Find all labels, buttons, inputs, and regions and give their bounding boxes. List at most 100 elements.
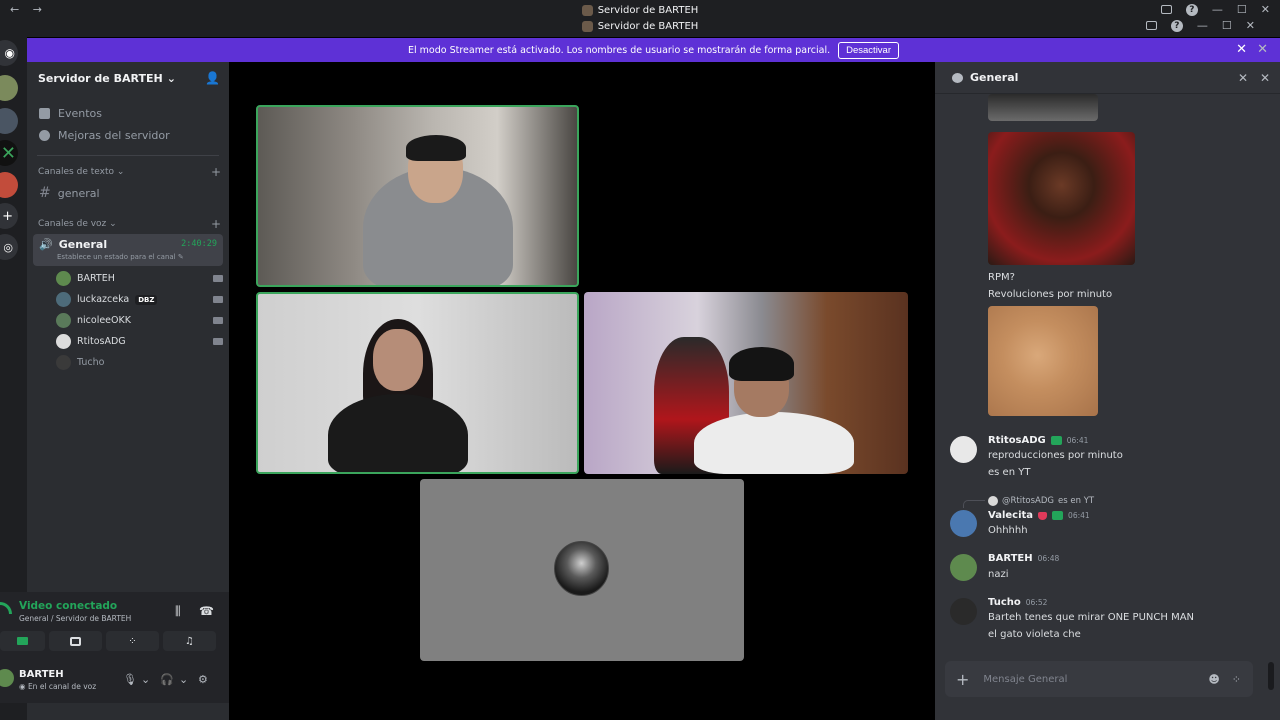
video-tile-no-camera[interactable] <box>420 479 744 661</box>
add-server-icon[interactable]: + <box>0 203 18 229</box>
server-name: Servidor de BARTEH <box>38 71 163 85</box>
avatar <box>56 313 71 328</box>
avatar <box>988 496 998 506</box>
deactivate-streamer-button[interactable]: Desactivar <box>838 41 899 59</box>
message-author[interactable]: Tucho <box>988 597 1021 608</box>
channel-general-text[interactable]: # general <box>33 182 223 204</box>
banner-close-icon[interactable]: ✕ <box>1236 42 1247 57</box>
disconnect-icon[interactable]: ☎ <box>199 604 214 618</box>
avatar[interactable] <box>950 598 977 625</box>
message-text: nazi <box>988 569 1009 580</box>
voice-user[interactable]: luckazceka DBZ <box>56 289 223 310</box>
text-channels-category[interactable]: Canales de texto ⌄ + <box>27 164 229 180</box>
voice-user-name: Tucho <box>77 357 105 368</box>
message-input-placeholder[interactable]: Mensaje General <box>983 674 1208 685</box>
hash-icon: # <box>39 185 51 201</box>
server-icon[interactable] <box>0 172 18 198</box>
gear-icon[interactable]: ⚙ <box>198 673 208 686</box>
headphones-icon[interactable]: 🎧 <box>160 673 174 686</box>
noise-suppression-icon[interactable]: ⫼ <box>175 604 181 619</box>
explore-icon[interactable]: ◎ <box>0 234 18 260</box>
channel-status[interactable]: Establece un estado para el canal ✎ <box>57 253 217 261</box>
close-icon[interactable]: ✕ <box>1257 42 1268 57</box>
avatar[interactable] <box>950 510 977 537</box>
close-window-button[interactable]: ✕ <box>1246 19 1255 32</box>
voice-user-name: nicoleeOKK <box>77 315 131 326</box>
message-author[interactable]: BARTEH <box>988 553 1033 564</box>
voice-user-name: luckazceka <box>77 294 130 305</box>
divider <box>37 155 219 156</box>
window-controls: ? — ☐ ✕ <box>1160 3 1270 16</box>
activities-button[interactable]: ⁘ <box>106 631 159 651</box>
apps-icon[interactable]: ⁘ <box>1232 673 1241 686</box>
attachment-image[interactable] <box>988 94 1098 121</box>
events-link[interactable]: Eventos <box>27 102 229 124</box>
camera-icon <box>213 317 223 324</box>
video-tile[interactable] <box>256 105 579 287</box>
server-icon[interactable]: ✕ <box>0 140 18 166</box>
soundboard-button[interactable]: ♫ <box>163 631 216 651</box>
add-channel-icon[interactable]: + <box>211 217 221 231</box>
voice-channels-category[interactable]: Canales de voz ⌄ + <box>27 216 229 232</box>
close-window-button[interactable]: ✕ <box>1261 3 1270 16</box>
scrollbar[interactable] <box>1268 662 1274 690</box>
voice-user[interactable]: nicoleeOKK <box>56 310 223 331</box>
message-timestamp: 06:52 <box>1025 598 1048 607</box>
boosts-link[interactable]: Mejoras del servidor <box>27 124 229 146</box>
add-channel-icon[interactable]: + <box>211 165 221 179</box>
close-icon[interactable]: ✕ <box>1260 71 1270 85</box>
streamer-mode-banner: El modo Streamer está activado. Los nomb… <box>27 38 1280 62</box>
avatar[interactable] <box>0 669 14 687</box>
voice-channel-general[interactable]: 🔊 General 2:40:29 Establece un estado pa… <box>33 234 223 266</box>
camera-button[interactable] <box>0 631 45 651</box>
server-icon[interactable] <box>0 108 18 134</box>
help-icon[interactable]: ? <box>1170 19 1183 32</box>
help-icon[interactable]: ? <box>1185 3 1198 16</box>
message-text: el gato violeta che <box>988 629 1081 640</box>
inbox-icon[interactable] <box>1145 21 1157 30</box>
attachment-image[interactable] <box>988 306 1098 416</box>
video-tile[interactable] <box>256 292 579 474</box>
invite-people-icon[interactable]: 👤 <box>205 71 220 85</box>
message-author[interactable]: RtitosADG <box>988 435 1046 446</box>
message-text: RPM? <box>988 272 1015 283</box>
message-author[interactable]: Valecita <box>988 510 1033 521</box>
inbox-icon[interactable] <box>1160 5 1172 14</box>
voice-user[interactable]: RtitosADG <box>56 331 223 352</box>
microphone-icon[interactable]: 🎙 <box>123 673 137 686</box>
maximize-button[interactable]: ☐ <box>1237 3 1247 16</box>
server-icon[interactable] <box>0 75 18 101</box>
voice-user[interactable]: Tucho <box>56 352 223 373</box>
close-icon[interactable]: ✕ <box>1238 71 1248 85</box>
username[interactable]: BARTEH <box>19 669 64 680</box>
voice-user-name: RtitosADG <box>77 336 126 347</box>
video-tile[interactable] <box>584 292 908 474</box>
message-input[interactable]: + Mensaje General ☻ ⁘ <box>945 661 1253 697</box>
avatar <box>554 541 609 596</box>
voice-user[interactable]: BARTEH <box>56 268 223 289</box>
avatar[interactable] <box>950 436 977 463</box>
emoji-icon[interactable]: ☻ <box>1208 673 1219 686</box>
connection-location[interactable]: General / Servidor de BARTEH <box>19 614 131 623</box>
video-stage <box>229 62 935 720</box>
message-timestamp: 06:41 <box>1068 511 1090 520</box>
minimize-button[interactable]: — <box>1212 3 1223 16</box>
banner-text: El modo Streamer está activado. Los nomb… <box>408 44 831 56</box>
avatar[interactable] <box>950 554 977 581</box>
connection-status[interactable]: Video conectado <box>19 600 117 612</box>
title-bar: ← → Servidor de BARTEH Servidor de BARTE… <box>0 0 1280 37</box>
camera-icon <box>213 338 223 345</box>
participant-video <box>373 329 423 391</box>
add-attachment-icon[interactable]: + <box>956 670 969 689</box>
window-title-secondary: Servidor de BARTEH <box>581 21 698 32</box>
reply-reference[interactable]: @RtitosADG es en YT <box>988 496 1094 506</box>
maximize-button[interactable]: ☐ <box>1222 19 1232 32</box>
avatar <box>56 334 71 349</box>
chevron-down-icon[interactable]: ⌄ <box>179 673 188 686</box>
minimize-button[interactable]: — <box>1197 19 1208 32</box>
discord-home-icon[interactable]: ◉ <box>0 40 18 66</box>
server-header[interactable]: Servidor de BARTEH ⌄ <box>27 62 229 94</box>
screen-share-button[interactable] <box>49 631 102 651</box>
attachment-image[interactable] <box>988 132 1135 265</box>
chevron-down-icon[interactable]: ⌄ <box>141 673 150 686</box>
